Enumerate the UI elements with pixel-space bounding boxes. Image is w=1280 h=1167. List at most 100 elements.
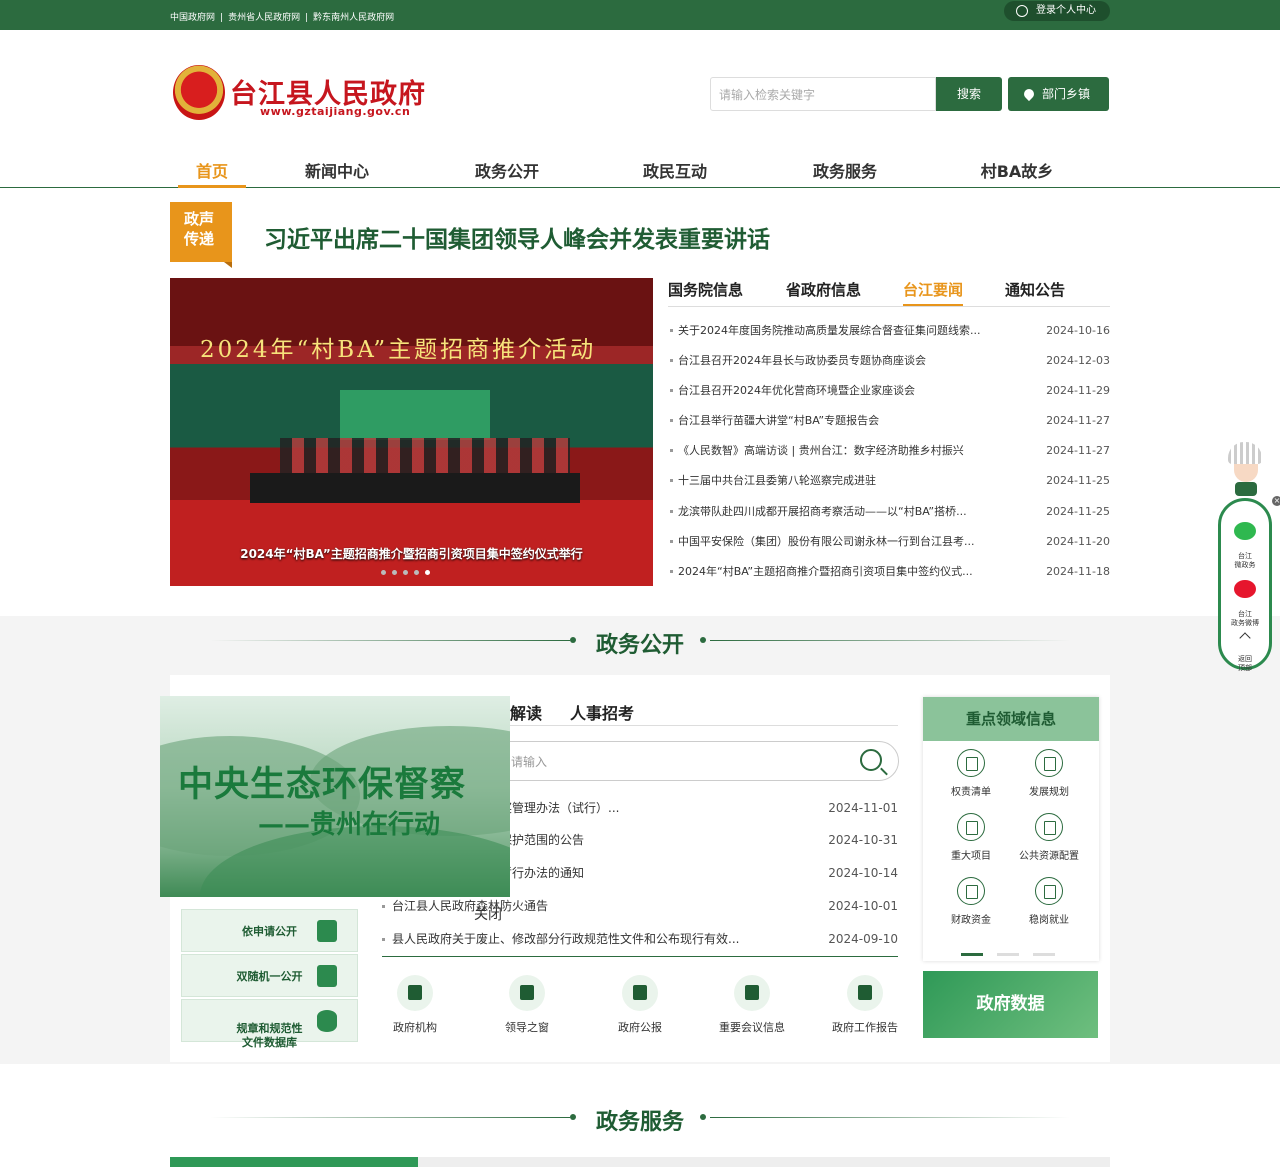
news-item[interactable]: 2024年“村BA”主题招商推介暨招商引资项目集中签约仪式... 2024-11-… <box>668 557 1110 587</box>
link-leaders-label: 领导之窗 <box>505 1021 549 1034</box>
main-nav: 首页 新闻中心 政务公开 政民互动 政务服务 村BA故乡 <box>170 158 1110 188</box>
pager-dot[interactable] <box>1033 953 1055 956</box>
link-leaders[interactable]: 领导之窗 <box>482 975 572 1035</box>
news-item-date: 2024-12-03 <box>1046 354 1110 368</box>
gov-open-item[interactable]: 县人民政府关于废止、修改部分行政规范性文件和公布现行有效... 2024-09-1… <box>382 923 898 956</box>
news-item-title: 中国平安保险（集团）股份有限公司谢永林一行到台江县考... <box>678 534 975 548</box>
login-button[interactable]: 登录个人中心 <box>1004 1 1110 21</box>
slider-caption[interactable]: 2024年“村BA”主题招商推介暨招商引资项目集中签约仪式举行 <box>170 545 653 562</box>
gov-open-search-input[interactable]: 请输入 <box>500 741 899 781</box>
news-item-title: 十三届中共台江县委第八轮巡察完成进驻 <box>678 474 876 488</box>
link-central-gov[interactable]: 中国政府网 <box>170 13 215 23</box>
nav-cunba-hometown[interactable]: 村BA故乡 <box>976 158 1058 188</box>
news-item[interactable]: 龙滨带队赴四川成都开展招商考察活动——以“村BA”搭桥... 2024-11-25 <box>668 497 1110 527</box>
gazette-icon <box>622 975 658 1011</box>
pager-dot[interactable] <box>961 953 983 956</box>
key-area-major-projects-label: 重大项目 <box>951 851 991 862</box>
popup-close-button[interactable]: 关闭 <box>474 904 502 924</box>
float-back-top[interactable]: 返回 顶部 <box>1221 625 1269 673</box>
gov-open-divider <box>382 956 898 957</box>
key-area-major-projects[interactable]: 重大项目 <box>931 813 1011 862</box>
news-item-title: 龙滨带队赴四川成都开展招商考察活动——以“村BA”搭桥... <box>678 504 967 518</box>
news-item[interactable]: 十三届中共台江县委第八轮巡察完成进驻 2024-11-25 <box>668 466 1110 496</box>
slider-dot[interactable] <box>403 570 408 575</box>
headline-link[interactable]: 习近平出席二十国集团领导人峰会并发表重要讲话 <box>264 220 770 254</box>
btn-double-random[interactable]: 双随机一公开 <box>181 954 358 997</box>
nav-gov-affairs-open[interactable]: 政务公开 <box>470 158 544 188</box>
national-emblem-icon[interactable] <box>173 65 225 120</box>
news-item-date: 2024-11-29 <box>1046 384 1110 398</box>
news-item[interactable]: 台江县举行苗疆大讲堂“村BA”专题报告会 2024-11-27 <box>668 406 1110 436</box>
tab-taijiang-news[interactable]: 台江要闻 <box>903 279 964 306</box>
link-guizhou-gov[interactable]: 贵州省人民政府网 <box>228 13 300 23</box>
key-areas-pager <box>961 945 1069 959</box>
section-title-gov-open: 政务公开 <box>0 627 1280 659</box>
bullet-icon <box>670 509 673 513</box>
news-item[interactable]: 关于2024年度国务院推动高质量发展综合督查征集问题线索... 2024-10-1… <box>668 316 1110 346</box>
news-item-date: 2024-11-20 <box>1046 534 1110 548</box>
news-item-date: 2024-11-25 <box>1046 504 1110 518</box>
location-pin-icon <box>1021 86 1037 102</box>
float-weibo[interactable]: 台江 政务微博 <box>1221 571 1269 628</box>
news-item-date: 2024-10-16 <box>1046 324 1110 337</box>
pager-dot[interactable] <box>997 953 1019 956</box>
slider-dot[interactable] <box>414 570 419 575</box>
gov-open-item-date: 2024-10-31 <box>828 833 898 847</box>
tab-interpretation[interactable]: 解读 <box>510 704 542 723</box>
slider-dot[interactable] <box>381 570 386 575</box>
gov-service-tab-active[interactable] <box>170 1157 418 1167</box>
gov-open-item-title: 县人民政府关于废止、修改部分行政规范性文件和公布现行有效... <box>392 932 740 946</box>
slider-dot[interactable] <box>425 570 430 575</box>
float-close-button[interactable]: × <box>1272 496 1280 506</box>
site-header: 台江县人民政府 www.gztaijiang.gov.cn 请输入检索关键字 搜… <box>0 30 1280 188</box>
float-back-top-label: 返回 顶部 <box>1238 655 1252 672</box>
btn-rules-database[interactable]: 规章和规范性 文件数据库 <box>181 999 358 1049</box>
key-area-finance[interactable]: 财政资金 <box>931 877 1011 926</box>
slider-photo-screen <box>340 390 490 440</box>
news-item[interactable]: 《人民数智》高端访谈 | 贵州台江：数字经济助推乡村振兴 2024-11-27 <box>668 436 1110 466</box>
link-gov-gazette[interactable]: 政府公报 <box>595 975 685 1035</box>
link-meetings[interactable]: 重要会议信息 <box>707 975 797 1035</box>
gov-data-button[interactable]: 政府数据 <box>923 971 1098 1038</box>
nav-home[interactable]: 首页 <box>178 158 246 188</box>
meeting-icon <box>734 975 770 1011</box>
btn-apply-open[interactable]: 依申请公开 <box>181 909 358 952</box>
slider-dots <box>381 564 436 578</box>
tab-state-council[interactable]: 国务院信息 <box>668 279 743 300</box>
nav-gov-service[interactable]: 政务服务 <box>808 158 882 188</box>
key-area-public-resources[interactable]: 公共资源配置 <box>1009 813 1089 862</box>
link-qdn-gov[interactable]: 黔东南州人民政府网 <box>313 13 394 23</box>
popup-ad[interactable]: 中央生态环保督察 ——贵州在行动 <box>160 696 510 897</box>
search-button[interactable]: 搜索 <box>936 77 1002 111</box>
tab-notices[interactable]: 通知公告 <box>1005 279 1065 300</box>
slider-banner-text: 2024年“村BA”主题招商推介活动 <box>200 337 597 363</box>
search-input[interactable]: 请输入检索关键字 <box>710 77 936 111</box>
search-icon[interactable] <box>860 749 882 771</box>
bullet-icon <box>670 539 673 543</box>
slider-photo-table <box>250 473 580 503</box>
nav-news-center[interactable]: 新闻中心 <box>300 158 374 188</box>
news-item-date: 2024-11-27 <box>1046 414 1110 428</box>
weibo-icon <box>1234 580 1256 598</box>
leader-icon <box>509 975 545 1011</box>
chart-icon <box>847 975 883 1011</box>
link-work-report[interactable]: 政府工作报告 <box>820 975 910 1035</box>
news-item[interactable]: 台江县召开2024年优化营商环境暨企业家座谈会 2024-11-29 <box>668 376 1110 406</box>
news-item[interactable]: 中国平安保险（集团）股份有限公司谢永林一行到台江县考... 2024-11-20 <box>668 527 1110 557</box>
nav-interaction[interactable]: 政民互动 <box>638 158 712 188</box>
news-panel: 国务院信息 省政府信息 台江要闻 通知公告 关于2024年度国务院推动高质量发展… <box>668 278 1110 587</box>
key-area-employment[interactable]: 稳岗就业 <box>1009 877 1089 926</box>
news-item-date: 2024-11-25 <box>1046 474 1110 488</box>
slider-dot[interactable] <box>392 570 397 575</box>
dept-town-button[interactable]: 部门乡镇 <box>1008 77 1109 111</box>
key-area-power-list[interactable]: 权责清单 <box>931 749 1011 798</box>
tab-personnel-recruitment[interactable]: 人事招考 <box>570 704 634 723</box>
news-item[interactable]: 台江县召开2024年县长与政协委员专题协商座谈会 2024-12-03 <box>668 346 1110 376</box>
tab-provincial-gov[interactable]: 省政府信息 <box>786 279 861 300</box>
gov-open-item-date: 2024-09-10 <box>828 932 898 946</box>
link-gov-agencies[interactable]: 政府机构 <box>370 975 460 1035</box>
float-wechat[interactable]: 台江 微政务 <box>1221 513 1269 570</box>
gov-open-item-date: 2024-10-14 <box>828 866 898 880</box>
key-area-dev-plan[interactable]: 发展规划 <box>1009 749 1089 798</box>
news-slider[interactable]: 2024年“村BA”主题招商推介活动 2024年“村BA”主题招商推介暨招商引资… <box>170 278 653 586</box>
